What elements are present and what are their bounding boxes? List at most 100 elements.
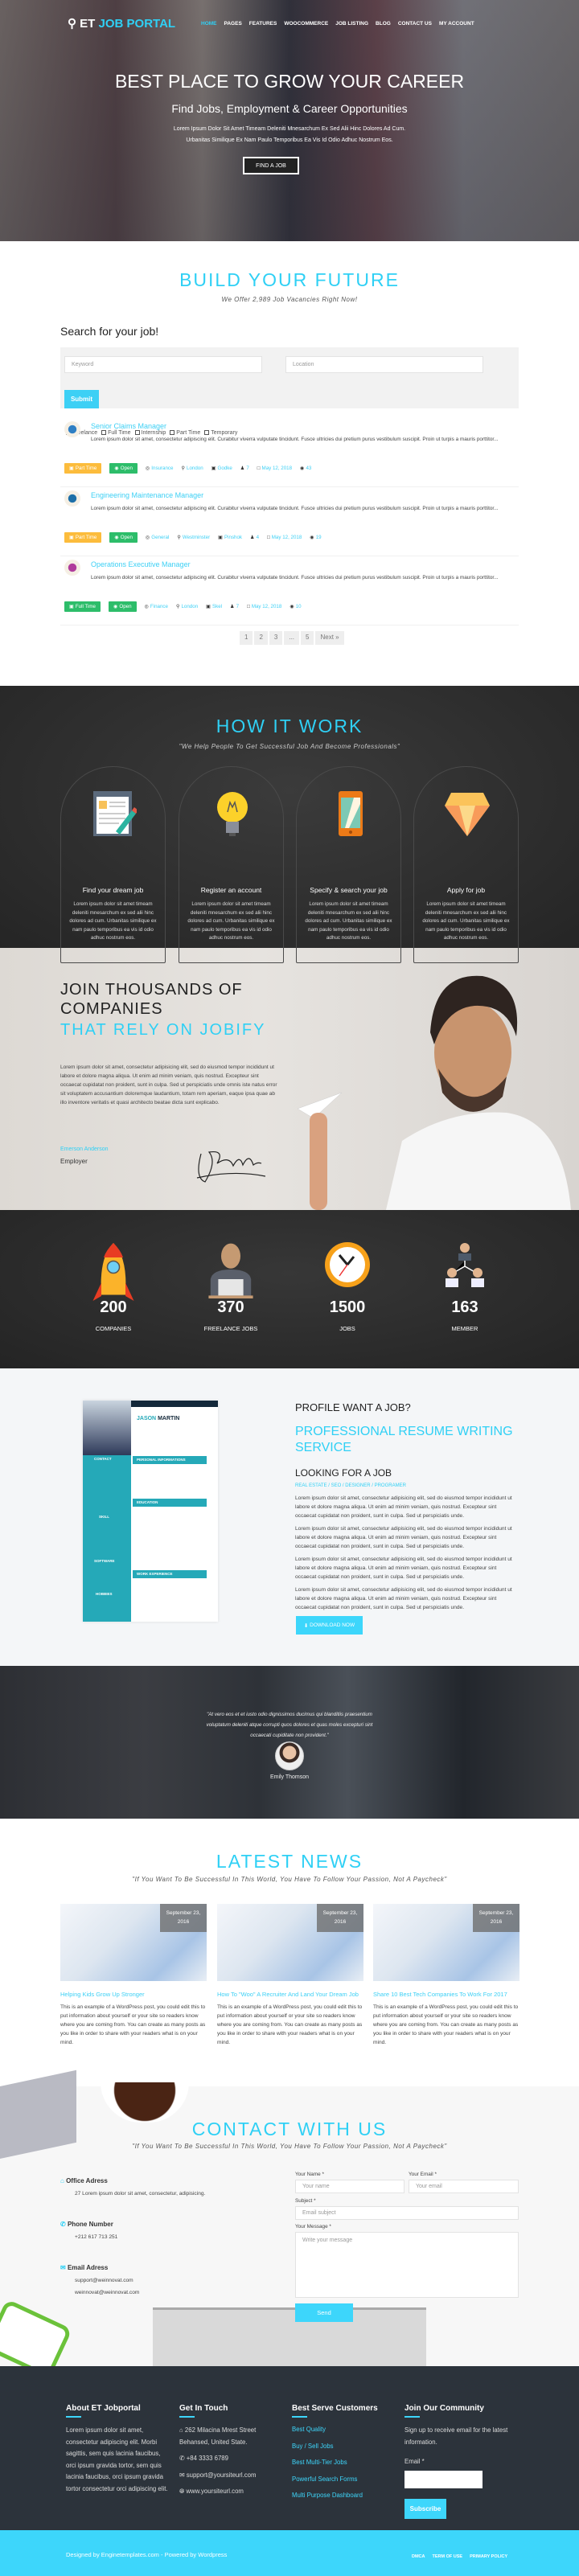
job-date[interactable]: □ May 12, 2018 [247, 604, 281, 609]
company-logo [64, 490, 80, 507]
footer-link[interactable]: Buy / Sell Jobs [292, 2439, 400, 2455]
job-title-link[interactable]: Senior Claims Manager [91, 422, 166, 430]
job-meta: ▣ Part Time ◉ Open ◎ General ⚲ Westminster ▣ Pi… [64, 532, 322, 543]
team-hierarchy-icon [441, 1241, 489, 1290]
nav-item[interactable]: CONTACT US [398, 21, 432, 27]
job-views[interactable]: ◉ 19 [310, 535, 321, 540]
nav-item[interactable]: HOME [201, 21, 217, 27]
page-link[interactable]: Next » [315, 631, 344, 645]
nav-item[interactable]: MY ACCOUNT [439, 21, 474, 27]
how-step: Register an account Lorem ipsum dolor si… [179, 766, 284, 963]
location-input[interactable]: Location [285, 356, 483, 373]
job-description: Lorem ipsum dolor sit amet, consectetur … [91, 437, 499, 442]
job-location[interactable]: ⚲ London [181, 466, 203, 471]
submit-button[interactable]: Submit [64, 390, 99, 408]
map-pin-icon: ⚲ [177, 535, 181, 540]
job-location[interactable]: ⚲ London [176, 604, 198, 609]
phone-icon: ✆ [60, 2221, 66, 2228]
job-type-badge[interactable]: ▣ Part Time [64, 463, 102, 474]
job-views[interactable]: ◉ 43 [300, 466, 311, 471]
job-positions[interactable]: ♟ 7 [230, 604, 239, 609]
stat-counter: 1500 JOBS [299, 1241, 396, 1332]
job-category[interactable]: ◎ Finance [145, 604, 168, 609]
job-title-link[interactable]: Engineering Maintenance Manager [91, 491, 203, 499]
job-status-badge[interactable]: ◉ Open [109, 532, 138, 543]
subject-input[interactable]: Email subject [295, 2206, 519, 2220]
nav-item[interactable]: WOOCOMMERCE [284, 21, 328, 27]
job-type-badge[interactable]: ▣ Full Time [64, 601, 101, 612]
calendar-icon: □ [257, 466, 261, 471]
nav-item[interactable]: BLOG [376, 21, 391, 27]
send-button[interactable]: Send [295, 2303, 353, 2322]
job-positions[interactable]: ♟ 7 [240, 466, 249, 471]
newsletter-email-input[interactable] [404, 2470, 482, 2488]
site-logo[interactable]: ⚲ ET JOB PORTAL [68, 16, 175, 31]
news-title-link[interactable]: Share 10 Best Tech Companies To Work For… [373, 1990, 519, 2000]
nav-item[interactable]: JOB LISTING [335, 21, 368, 27]
job-title-link[interactable]: Operations Executive Manager [91, 560, 191, 568]
footer-about: About ET Jobportal Lorem ipsum dolor sit … [66, 2404, 175, 2495]
job-status-badge[interactable]: ◉ Open [109, 463, 138, 474]
resume-sidebar [83, 1455, 131, 1622]
step-title: Specify & search your job [310, 886, 388, 894]
legal-link[interactable]: DMCA [412, 2554, 425, 2559]
page-link[interactable]: 2 [254, 631, 268, 645]
step-text: Lorem ipsum dolor sit amet timeam deleni… [69, 901, 157, 941]
nav-item[interactable]: FEATURES [249, 21, 277, 27]
email-address: ✉ Email Adress support@weinnovat.com weinn… [60, 2264, 140, 2295]
subscribe-button[interactable]: Subscribe [404, 2498, 446, 2519]
step-text: Lorem ipsum dolor sit amet timeam deleni… [422, 901, 510, 941]
job-company[interactable]: ▣ Skel [206, 604, 222, 609]
main-nav: HOME PAGES FEATURES WOOCOMMERCE JOB LISTING B… [201, 21, 474, 27]
keyword-input[interactable]: Keyword [64, 356, 262, 373]
news-title-link[interactable]: Helping Kids Grow Up Stronger [60, 1990, 207, 2000]
news-image[interactable]: September 23, 2016 [373, 1904, 519, 1981]
profile-title: PROFILE WANT A JOB? [295, 1401, 411, 1413]
find-a-job-button[interactable]: FIND A JOB [243, 157, 299, 174]
eye-icon: ◉ [290, 604, 294, 609]
job-company[interactable]: ▣ Godke [211, 466, 232, 471]
nav-item[interactable]: PAGES [224, 21, 242, 27]
job-category[interactable]: ◎ Insurance [146, 466, 174, 471]
resume-template-image: JASON MARTIN CONTACT PERSONAL INFORMATIO… [83, 1401, 218, 1622]
legal-link[interactable]: PRIMARY POLICY [470, 2554, 507, 2559]
job-categories: REAL ESTATE / SEO / DESIGNER / PROGRAMER [295, 1483, 406, 1488]
hero-subtitle: Find Jobs, Employment & Career Opportuni… [171, 102, 408, 115]
news-excerpt: This is an example of a WordPress post, … [217, 2004, 363, 2045]
stat-value: 1500 [329, 1298, 366, 1316]
footer-link[interactable]: Best Multi-Tier Jobs [292, 2455, 400, 2471]
footer-link[interactable]: Powerful Search Forms [292, 2471, 400, 2488]
news-image[interactable]: September 23, 2016 [60, 1904, 207, 1981]
smartphone-icon [327, 790, 372, 838]
job-company[interactable]: ▣ Pinshok [218, 535, 242, 540]
news-title-link[interactable]: How To "Woo" A Recruiter And Land Your D… [217, 1990, 363, 2000]
legal-link[interactable]: TERM OF USE [433, 2554, 463, 2559]
job-positions[interactable]: ♟ 4 [250, 535, 259, 540]
message-label: Your Message * [295, 2224, 331, 2229]
job-date[interactable]: □ May 12, 2018 [257, 466, 292, 471]
name-input[interactable]: Your name [295, 2180, 404, 2193]
page-link[interactable]: ... [284, 631, 300, 645]
diamond-icon [445, 790, 490, 838]
page-link[interactable]: 1 [240, 631, 253, 645]
page-link[interactable]: 3 [269, 631, 283, 645]
job-listing: Engineering Maintenance Manager Lorem ip… [60, 487, 519, 556]
email-input[interactable]: Your email [409, 2180, 519, 2193]
job-type-badge[interactable]: ▣ Part Time [64, 532, 102, 543]
job-views[interactable]: ◉ 10 [290, 604, 301, 609]
lightbulb-icon [210, 790, 255, 838]
news-image[interactable]: September 23, 2016 [217, 1904, 363, 1981]
email-label: Your Email * [409, 2172, 437, 2177]
page-link[interactable]: 5 [301, 631, 314, 645]
download-now-button[interactable]: ⬇ DOWNLOAD NOW [296, 1616, 363, 1635]
job-location[interactable]: ⚲ Westminster [177, 535, 210, 540]
job-status-badge[interactable]: ◉ Open [108, 601, 137, 612]
section-title: HOW IT WORK [216, 716, 363, 736]
footer-link[interactable]: Best Quality [292, 2422, 400, 2439]
eye-icon: ◉ [310, 535, 314, 540]
job-category[interactable]: ◎ General [146, 535, 169, 540]
message-textarea[interactable]: Write your message [295, 2232, 519, 2298]
footer-link[interactable]: Multi Purpose Dashboard [292, 2488, 400, 2504]
credit-text: Designed by Enginetemplates.com - Powere… [66, 2551, 228, 2558]
job-date[interactable]: □ May 12, 2018 [267, 535, 302, 540]
